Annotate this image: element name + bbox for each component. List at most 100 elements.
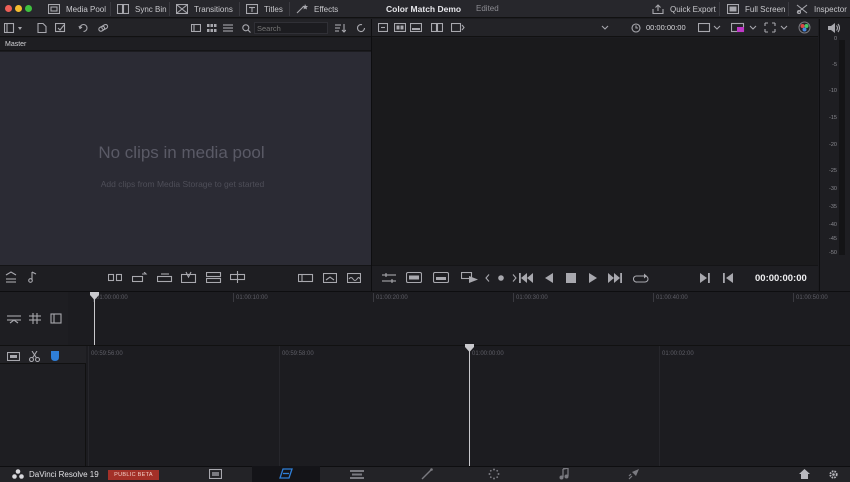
- app-brand-name: DaVinci Resolve 19: [29, 470, 99, 479]
- thumbnail-view-icon[interactable]: [207, 24, 217, 32]
- fairlight-page-icon[interactable]: [559, 468, 571, 480]
- go-to-start-button[interactable]: [519, 273, 533, 283]
- play-reverse-button[interactable]: [544, 273, 554, 283]
- jog-control[interactable]: [485, 274, 517, 282]
- audio-level-meter: [839, 40, 845, 255]
- meter-tick-label: -15: [829, 115, 837, 121]
- upper-ruler-timecode: 01:00:50:00: [796, 295, 828, 301]
- media-pool-icon: [48, 4, 60, 14]
- link-icon[interactable]: [98, 23, 109, 33]
- append-icon[interactable]: [132, 272, 148, 283]
- window-close-button[interactable]: [5, 5, 12, 12]
- viewer-overlay-icon[interactable]: [731, 22, 759, 33]
- home-icon[interactable]: [799, 469, 810, 479]
- razor-icon[interactable]: [29, 351, 40, 362]
- lower-timeline-header: [0, 346, 86, 466]
- sort-icon[interactable]: [334, 23, 346, 33]
- meter-tick-label: -40: [829, 222, 837, 228]
- cut-page-icon[interactable]: [279, 468, 293, 479]
- dissolve-icon[interactable]: [323, 273, 337, 283]
- import-clip-icon[interactable]: [5, 271, 17, 283]
- public-beta-badge: PUBLIC BETA: [108, 470, 159, 480]
- upper-playhead[interactable]: [94, 297, 95, 345]
- media-pool-tab[interactable]: Media Pool: [48, 0, 106, 18]
- viewer-canvas[interactable]: [372, 38, 818, 265]
- edit-page-icon[interactable]: [350, 469, 364, 479]
- upper-timeline[interactable]: [86, 303, 850, 345]
- video-track-icon[interactable]: [7, 352, 20, 361]
- audio-track-icon[interactable]: [451, 23, 465, 32]
- lower-playhead[interactable]: [469, 349, 470, 466]
- loop-button[interactable]: [633, 272, 649, 284]
- play-button[interactable]: [588, 273, 598, 283]
- dual-viewer-icon[interactable]: [431, 23, 443, 32]
- list-view-icon[interactable]: [223, 24, 233, 32]
- full-screen-button[interactable]: Full Screen: [727, 0, 785, 18]
- search-icon[interactable]: [242, 24, 251, 33]
- sync-bin-icon: [117, 4, 129, 14]
- source-clip-icon[interactable]: [406, 272, 422, 283]
- source-tape-icon[interactable]: [394, 23, 406, 32]
- color-match-icon[interactable]: [798, 21, 811, 34]
- viewer-timecode[interactable]: 00:00:00:00: [646, 23, 686, 32]
- lower-ruler-timecode: 01:00:02:00: [662, 351, 694, 357]
- tab-divider: [719, 2, 720, 16]
- relink-icon[interactable]: [78, 23, 89, 33]
- smooth-cut-icon[interactable]: [347, 273, 361, 283]
- speaker-icon[interactable]: [828, 23, 840, 33]
- trim-start-icon[interactable]: [298, 273, 314, 283]
- timeline-clip-icon[interactable]: [433, 272, 449, 283]
- track-lock-icon[interactable]: [50, 313, 62, 324]
- upper-timeline-ruler[interactable]: [86, 292, 850, 303]
- close-up-icon[interactable]: [181, 271, 197, 283]
- quick-export-button[interactable]: Quick Export: [652, 0, 716, 18]
- bin-master-label[interactable]: Master: [5, 41, 26, 48]
- media-pool-tab-label: Media Pool: [66, 4, 107, 14]
- track-destination-icon[interactable]: [7, 314, 21, 324]
- deliver-page-icon[interactable]: [628, 468, 640, 480]
- inspector-label: Inspector: [814, 4, 847, 14]
- next-edit-button[interactable]: [723, 273, 733, 283]
- color-page-icon[interactable]: [488, 468, 500, 480]
- metadata-view-icon[interactable]: [191, 24, 201, 32]
- source-viewer-icon[interactable]: [378, 23, 388, 32]
- lower-playhead-handle[interactable]: [465, 344, 474, 352]
- panel-layout-icon[interactable]: [4, 23, 26, 33]
- transport-timecode[interactable]: 00:00:00:00: [755, 273, 807, 284]
- sync-bin-tab[interactable]: Sync Bin: [117, 0, 167, 18]
- fast-review-icon[interactable]: [461, 272, 479, 283]
- media-page-icon[interactable]: [209, 469, 222, 479]
- trim-editor-icon[interactable]: [382, 272, 396, 284]
- window-minimize-button[interactable]: [15, 5, 22, 12]
- tab-divider: [169, 2, 170, 16]
- place-on-top-icon[interactable]: [206, 272, 222, 283]
- smart-insert-icon[interactable]: [108, 272, 122, 282]
- ripple-overwrite-icon[interactable]: [157, 272, 173, 283]
- go-to-end-button[interactable]: [608, 273, 622, 283]
- media-pool-search-input[interactable]: [254, 22, 328, 34]
- tab-divider: [289, 2, 290, 16]
- stop-button[interactable]: [566, 273, 576, 283]
- import-media-icon[interactable]: [55, 23, 67, 33]
- previous-edit-button[interactable]: [700, 273, 710, 283]
- audio-clip-icon[interactable]: [27, 271, 39, 283]
- source-overwrite-icon[interactable]: [230, 271, 246, 283]
- transform-icon[interactable]: [764, 22, 790, 33]
- refresh-icon[interactable]: [356, 23, 366, 33]
- snapping-icon[interactable]: [51, 351, 59, 361]
- upper-playhead-handle[interactable]: [90, 292, 99, 300]
- inspector-button[interactable]: Inspector: [796, 0, 847, 18]
- transitions-tab[interactable]: Transitions: [176, 0, 233, 18]
- timeline-viewer-icon[interactable]: [410, 23, 422, 32]
- full-screen-icon: [727, 4, 739, 14]
- effects-tab[interactable]: Effects: [296, 0, 338, 18]
- audio-level-icon[interactable]: [29, 313, 41, 324]
- viewer-chevron-down-icon[interactable]: [601, 25, 609, 31]
- fusion-page-icon[interactable]: [421, 468, 433, 480]
- new-bin-icon[interactable]: [37, 23, 47, 33]
- window-zoom-button[interactable]: [25, 5, 32, 12]
- safe-area-icon[interactable]: [698, 23, 722, 33]
- meter-tick-label: -30: [829, 186, 837, 192]
- settings-gear-icon[interactable]: [828, 469, 839, 480]
- titles-tab[interactable]: Titles: [246, 0, 283, 18]
